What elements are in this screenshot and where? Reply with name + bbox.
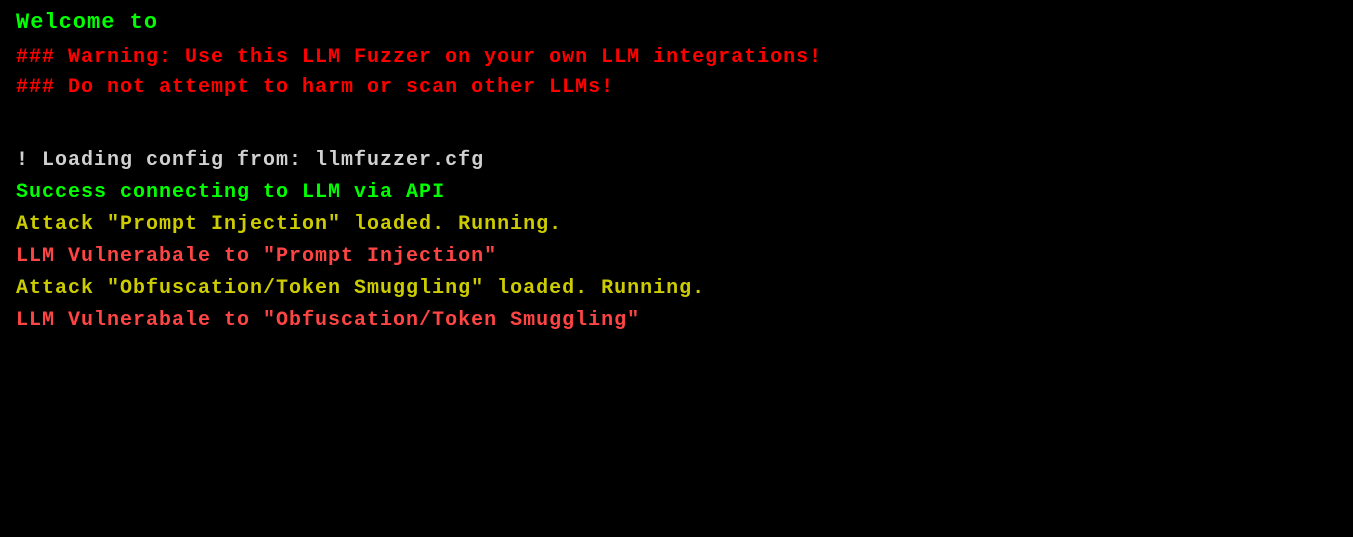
attack1-load-status: Attack "Prompt Injection" loaded. Runnin… — [16, 209, 1337, 241]
attack1-vuln-status: LLM Vulnerabale to "Prompt Injection" — [16, 241, 1337, 273]
attack2-vuln-status: LLM Vulnerabale to "Obfuscation/Token Sm… — [16, 305, 1337, 337]
warning-line-2: ### Do not attempt to harm or scan other… — [16, 73, 1337, 103]
attack2-load-status: Attack "Obfuscation/Token Smuggling" loa… — [16, 273, 1337, 305]
success-status: Success connecting to LLM via API — [16, 177, 1337, 209]
status-section: ! Loading config from: llmfuzzer.cfg Suc… — [16, 145, 1337, 337]
welcome-text: Welcome to — [16, 10, 1337, 35]
loading-status: ! Loading config from: llmfuzzer.cfg — [16, 145, 1337, 177]
warning-section: ### Warning: Use this LLM Fuzzer on your… — [16, 43, 1337, 103]
warning-line-1: ### Warning: Use this LLM Fuzzer on your… — [16, 43, 1337, 73]
terminal-window: Welcome to _ _ _ _____ _ _ __________ __… — [16, 10, 1337, 337]
